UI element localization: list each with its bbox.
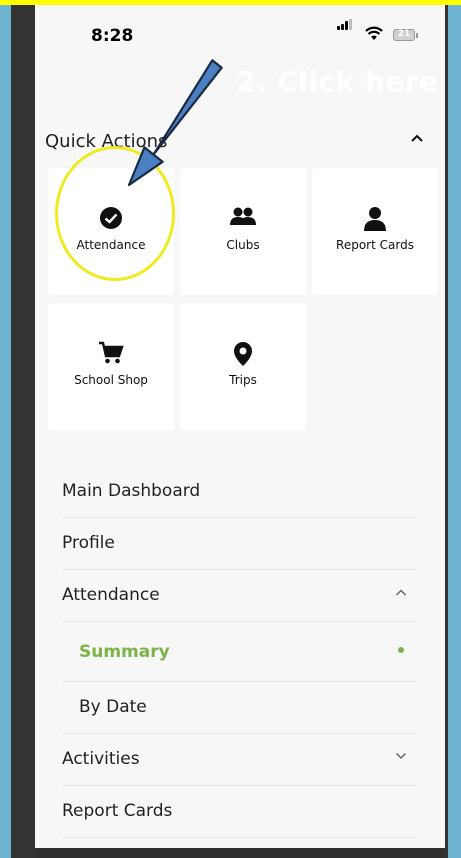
- chevron-down-icon: [395, 752, 407, 760]
- annotation-arrow: [127, 59, 223, 187]
- bottom-bar: [35, 848, 445, 858]
- menu-item-label: Attendance: [62, 585, 160, 605]
- tile-label: Trips: [229, 373, 257, 387]
- frame-border-left: [0, 5, 11, 858]
- menu-item-activities[interactable]: Activities: [62, 734, 417, 786]
- tile-school-shop[interactable]: School Shop: [48, 303, 174, 430]
- chevron-up-icon: [395, 589, 407, 596]
- frame-shadow-left: [11, 5, 35, 858]
- tile-label: School Shop: [74, 373, 148, 387]
- tile-trips[interactable]: Trips: [180, 303, 306, 430]
- location-pin-icon: [234, 342, 252, 366]
- frame-border-right: [448, 5, 461, 858]
- menu-item-profile[interactable]: Profile: [62, 518, 417, 570]
- active-indicator-dot: [398, 647, 404, 653]
- menu-item-summary[interactable]: Summary: [62, 622, 417, 682]
- menu-item-label: Main Dashboard: [62, 481, 201, 501]
- phone-screen: 8:28 21 2. Click here Quick Actions Atte…: [35, 5, 445, 858]
- menu-item-label: Activities: [62, 749, 140, 769]
- menu-item-attendance[interactable]: Attendance: [62, 570, 417, 622]
- frame-shadow-right: [445, 5, 448, 858]
- menu-item-label: By Date: [79, 697, 147, 717]
- cart-icon: [99, 341, 124, 364]
- menu-item-label: Summary: [79, 642, 170, 662]
- menu-item-main-dashboard[interactable]: Main Dashboard: [62, 466, 417, 518]
- menu-item-by-date[interactable]: By Date: [62, 682, 417, 734]
- menu-item-label: Profile: [62, 533, 115, 553]
- menu-item-report-cards[interactable]: Report Cards: [62, 786, 417, 838]
- menu-item-label: Report Cards: [62, 801, 173, 821]
